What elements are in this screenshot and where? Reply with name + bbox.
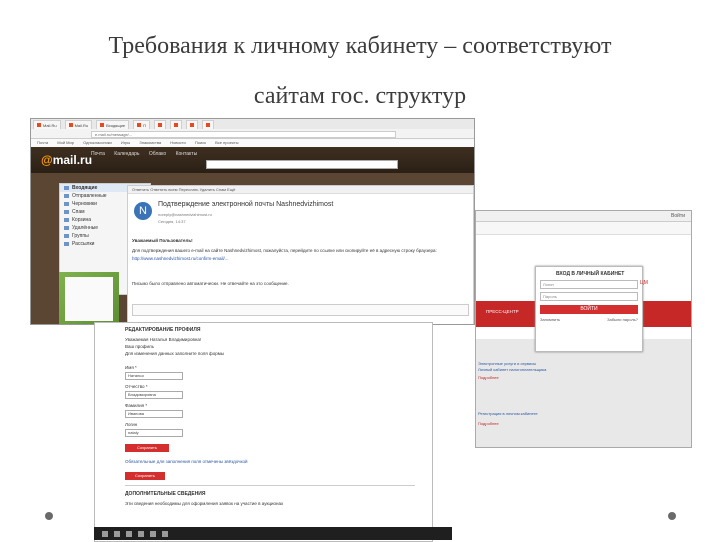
last-name-field[interactable]: Иванова	[125, 410, 183, 418]
password-input[interactable]: Пароль	[540, 292, 638, 301]
slide-bullet-left	[45, 512, 53, 520]
bookmark-item[interactable]: Мой Мир	[57, 140, 74, 145]
folder-icon	[64, 186, 69, 190]
browser-address-bar: e.mail.ru/message/...	[31, 129, 474, 139]
login-title: ВХОД В ЛИЧНЫЙ КАБИНЕТ	[556, 271, 625, 277]
mail-favicon-icon	[68, 123, 73, 127]
slide-title-line-1: Требования к личному кабинету – соответс…	[108, 33, 612, 59]
taskbar-app-icon[interactable]	[162, 530, 168, 537]
message-subject: Подтверждение электронной почты Nashnedv…	[158, 201, 334, 208]
os-taskbar	[94, 527, 452, 540]
message-toolbar[interactable]: Ответить Ответить всем Переслать Удалить…	[128, 186, 473, 194]
bookmark-item[interactable]: Поиск	[195, 140, 206, 145]
bookmark-item[interactable]: Новости	[170, 140, 185, 145]
browser-tabbar: Mail.Ru Mail.Ru Входящие П	[31, 119, 474, 130]
message-body-text: Для подтверждения вашего e-mail на сайте…	[132, 248, 437, 253]
message-sender[interactable]: noreply@nashnedvizhimost.ru	[158, 212, 212, 217]
section-2-text: Эти сведения необходимы для оформления з…	[125, 501, 284, 506]
folder-icon	[64, 218, 69, 222]
mail-favicon-icon	[137, 123, 142, 127]
more-link[interactable]: Подробнее	[478, 421, 499, 426]
bookmark-item[interactable]: Все проекты	[215, 140, 238, 145]
form-line-1: Ваш профиль	[125, 344, 154, 349]
divider	[125, 485, 415, 486]
mail-nav-item[interactable]: Почта	[91, 151, 105, 157]
folder-icon	[64, 242, 69, 246]
save-button[interactable]: Сохранить	[125, 444, 169, 452]
form-header: РЕДАКТИРОВАНИЕ ПРОФИЛЯ	[125, 327, 201, 333]
mail-nav-item[interactable]: Контакты	[176, 151, 198, 157]
taskbar-app-icon[interactable]	[114, 530, 120, 537]
folder-icon	[64, 202, 69, 206]
folder-icon	[64, 226, 69, 230]
form-line-2: Для изменения данных заполните поля форм…	[125, 351, 225, 356]
mail-favicon-icon	[189, 123, 194, 127]
login-submit-button[interactable]: ВОЙТИ	[540, 305, 638, 314]
login-toolbar	[476, 222, 691, 235]
middle-name-field[interactable]: Владимировна	[125, 391, 183, 399]
taskbar-app-icon[interactable]	[126, 530, 132, 537]
mail-nav: Почта Календарь Облако Контакты	[91, 151, 205, 157]
first-name-label: Имя *	[125, 365, 137, 370]
service-link[interactable]: Регистрация в личном кабинете	[478, 411, 538, 416]
profile-form-screenshot: РЕДАКТИРОВАНИЕ ПРОФИЛЯ Уважаемая Наталья…	[94, 322, 433, 542]
esia-label: ЦМ	[640, 280, 648, 286]
mail-search-input[interactable]	[206, 160, 398, 169]
login-window-titlebar: Войти	[476, 211, 691, 222]
mail-favicon-icon	[157, 123, 162, 127]
message-date: Сегодня, 14:37	[158, 219, 186, 224]
first-name-field[interactable]: Наталья	[125, 372, 183, 380]
message-footer: Письмо было отправлено автоматически. Не…	[132, 281, 289, 286]
avatar: N	[134, 202, 152, 220]
promo-card	[65, 277, 113, 321]
slide-bullet-right	[668, 512, 676, 520]
quick-reply-input[interactable]	[132, 304, 469, 316]
login-field[interactable]: nataly	[125, 429, 183, 437]
bookmark-item[interactable]: Одноклассники	[83, 140, 112, 145]
mail-favicon-icon	[37, 123, 41, 127]
bookmark-item[interactable]: Знакомства	[139, 140, 161, 145]
content-area: Электронные услуги и сервисы Личный каби…	[476, 339, 691, 447]
service-link[interactable]: Электронные услуги и сервисы	[478, 361, 536, 366]
section-2-header: ДОПОЛНИТЕЛЬНЫЕ СВЕДЕНИЯ	[125, 491, 206, 497]
mail-nav-item[interactable]: Календарь	[114, 151, 139, 157]
mail-nav-item[interactable]: Облако	[149, 151, 166, 157]
slide-title-line-2: сайтам гос. структур	[253, 83, 467, 109]
remember-checkbox[interactable]: Запомнить	[540, 317, 560, 322]
mail-favicon-icon	[173, 123, 178, 127]
bookmark-item[interactable]: Игры	[121, 140, 130, 145]
bookmark-item[interactable]: Почта	[37, 140, 48, 145]
last-name-label: Фамилия *	[125, 403, 148, 408]
taskbar-app-icon[interactable]	[138, 530, 144, 537]
message-greeting: Уважаемый Пользователь!	[132, 238, 193, 243]
url-input[interactable]: e.mail.ru/message/...	[91, 131, 396, 138]
folder-icon	[64, 234, 69, 238]
form-greeting: Уважаемая Наталья Владимировна!	[125, 337, 202, 342]
login-input[interactable]: Логин	[540, 280, 638, 289]
folder-icon	[64, 194, 69, 198]
bookmarks-bar: Почта Мой Мир Одноклассники Игры Знакомс…	[31, 139, 474, 147]
login-label: Логин	[125, 422, 138, 427]
start-icon[interactable]	[102, 530, 108, 537]
more-link[interactable]: Подробнее	[478, 375, 499, 380]
login-panel: ВХОД В ЛИЧНЫЙ КАБИНЕТ Логин Пароль ВОЙТИ…	[535, 266, 643, 352]
confirm-link[interactable]: http://www.nashnedvizhimost.ru/confirm-e…	[132, 256, 229, 261]
taskbar-app-icon[interactable]	[150, 530, 156, 537]
press-center-button[interactable]: ПРЕСС-ЦЕНТР	[486, 309, 519, 314]
mail-header: @mail.ru Почта Календарь Облако Контакты	[31, 147, 474, 173]
forgot-password-link[interactable]: Забыли пароль?	[607, 317, 638, 322]
mail-favicon-icon	[100, 123, 105, 127]
folder-icon	[64, 210, 69, 214]
login-options: Запомнить Забыли пароль?	[540, 317, 638, 322]
form-hint: Обязательные для заполнения поля отмечен…	[125, 459, 248, 464]
middle-name-label: Отчество *	[125, 384, 148, 389]
message-view: Ответить Ответить всем Переслать Удалить…	[127, 185, 474, 324]
service-link[interactable]: Личный кабинет налогоплательщика	[478, 367, 546, 372]
save-button-2[interactable]: Сохранить	[125, 472, 165, 480]
mail-logo[interactable]: @mail.ru	[41, 153, 92, 167]
mail-screenshot: Mail.Ru Mail.Ru Входящие П e.mail.ru/mes…	[30, 118, 475, 325]
mail-favicon-icon	[205, 123, 210, 127]
